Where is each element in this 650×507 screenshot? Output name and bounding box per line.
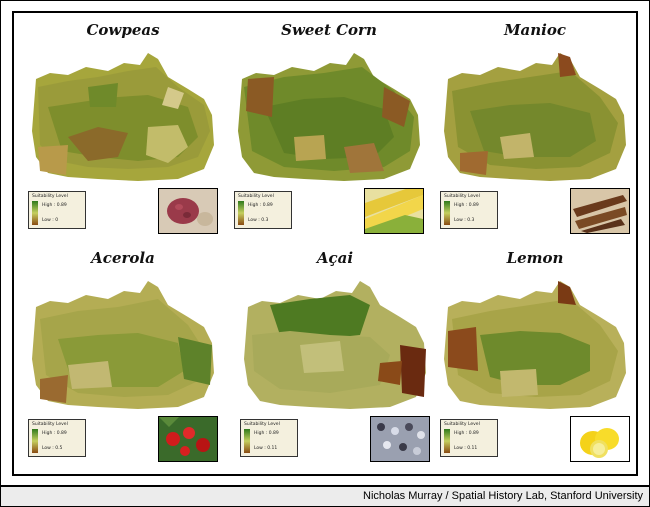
legend-color-ramp xyxy=(444,429,450,453)
legend-low: Low : 0.3 xyxy=(248,218,269,223)
legend-high: High : 0.89 xyxy=(42,203,67,208)
suitability-map xyxy=(244,281,426,409)
legend-title: Suitability Level xyxy=(444,194,480,199)
manioc-photo-icon xyxy=(570,188,630,234)
suitability-map xyxy=(444,281,626,409)
legend-title: Suitability Level xyxy=(444,422,480,427)
legend: Suitability Level High : 0.89 Low : 0 xyxy=(28,191,86,229)
panel-acai: Açai Suitability Level High : 0.89 Low :… xyxy=(240,249,430,469)
legend-title: Suitability Level xyxy=(238,194,274,199)
acai-photo-icon xyxy=(370,416,430,462)
legend-color-ramp xyxy=(32,201,38,225)
legend-high: High : 0.89 xyxy=(254,431,279,436)
legend-low: Low : 0.5 xyxy=(42,446,63,451)
legend-low: Low : 0 xyxy=(42,218,59,223)
legend-title: Suitability Level xyxy=(32,422,68,427)
panel-manioc: Manioc Suitability Level High : 0.89 Low… xyxy=(440,21,630,241)
suitability-map xyxy=(238,53,420,181)
legend: Suitability Level High : 0.89 Low : 0.11 xyxy=(440,419,498,457)
panel-lemon: Lemon Suitability Level High : 0.89 Low … xyxy=(440,249,630,469)
suitability-map xyxy=(444,53,626,181)
legend-high: High : 0.89 xyxy=(248,203,273,208)
panel-title: Açai xyxy=(316,249,354,267)
legend-high: High : 0.89 xyxy=(42,431,67,436)
suitability-map xyxy=(32,281,214,409)
sweet-corn-photo-icon xyxy=(364,188,424,234)
lemon-photo-icon xyxy=(570,416,630,462)
legend-color-ramp xyxy=(238,201,244,225)
legend-high: High : 0.89 xyxy=(454,203,479,208)
panel-sweet-corn: Sweet Corn Suitability Level High : 0.89… xyxy=(234,21,424,241)
legend-title: Suitability Level xyxy=(244,422,280,427)
suitability-map xyxy=(32,53,214,181)
panel-title: Sweet Corn xyxy=(281,21,377,39)
legend-high: High : 0.89 xyxy=(454,431,479,436)
credit-text: Nicholas Murray / Spatial History Lab, S… xyxy=(363,490,643,502)
map-grid: Cowpeas Suitability Level High : 0.89 Lo… xyxy=(12,11,638,476)
legend: Suitability Level High : 0.89 Low : 0.3 xyxy=(440,191,498,229)
credit-bar: Nicholas Murray / Spatial History Lab, S… xyxy=(0,486,650,507)
panel-cowpeas: Cowpeas Suitability Level High : 0.89 Lo… xyxy=(28,21,218,241)
acerola-photo-icon xyxy=(158,416,218,462)
cowpeas-photo-icon xyxy=(158,188,218,234)
legend-title: Suitability Level xyxy=(32,194,68,199)
legend-low: Low : 0.3 xyxy=(454,218,475,223)
legend-color-ramp xyxy=(244,429,250,453)
legend: Suitability Level High : 0.89 Low : 0.3 xyxy=(234,191,292,229)
legend: Suitability Level High : 0.89 Low : 0.5 xyxy=(28,419,86,457)
legend-color-ramp xyxy=(444,201,450,225)
legend-low: Low : 0.11 xyxy=(454,446,478,451)
panel-title: Lemon xyxy=(506,249,564,267)
legend: Suitability Level High : 0.89 Low : 0.11 xyxy=(240,419,298,457)
panel-title: Acerola xyxy=(91,249,155,267)
legend-color-ramp xyxy=(32,429,38,453)
legend-low: Low : 0.11 xyxy=(254,446,278,451)
panel-acerola: Acerola Suitability Level High : 0.89 Lo… xyxy=(28,249,218,469)
panel-title: Manioc xyxy=(503,21,567,39)
panel-title: Cowpeas xyxy=(86,21,160,39)
